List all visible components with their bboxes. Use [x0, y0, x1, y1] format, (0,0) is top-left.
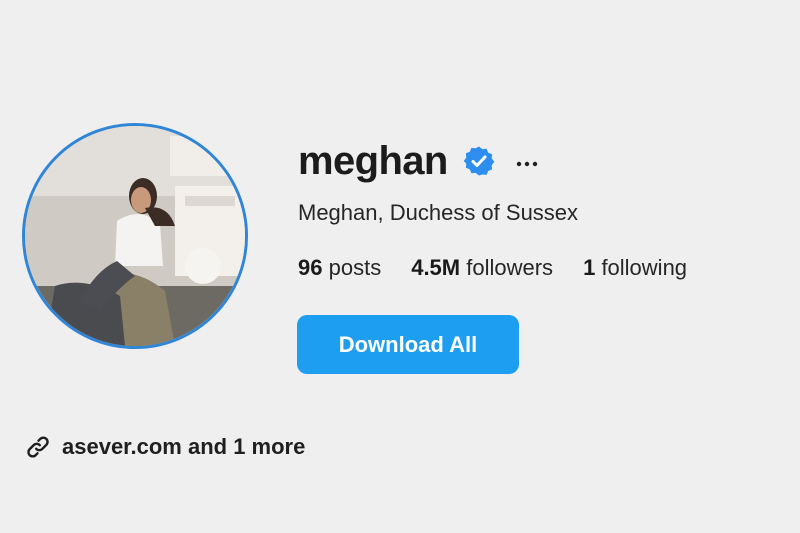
- username: meghan: [298, 139, 448, 183]
- more-options-icon[interactable]: [515, 156, 539, 167]
- links-text: asever.com and 1 more: [62, 434, 306, 459]
- followers-count: 4.5M: [411, 255, 461, 280]
- followers-label: followers: [466, 255, 554, 280]
- profile-links[interactable]: asever.com and 1 more: [24, 433, 305, 461]
- avatar-photo: [25, 126, 245, 346]
- profile-stats: 96 posts 4.5M followers 1 following: [298, 255, 687, 281]
- username-row: meghan: [298, 137, 539, 185]
- link-icon: [24, 433, 52, 461]
- profile-avatar[interactable]: [22, 123, 248, 349]
- posts-label: posts: [328, 255, 382, 280]
- posts-stat[interactable]: 96 posts: [298, 255, 381, 281]
- posts-count: 96: [298, 255, 323, 280]
- full-name: Meghan, Duchess of Sussex: [298, 200, 579, 225]
- verified-badge-icon: [463, 145, 495, 177]
- following-count: 1: [583, 255, 596, 280]
- following-stat[interactable]: 1 following: [583, 255, 687, 281]
- download-all-button[interactable]: Download All: [297, 315, 519, 374]
- followers-stat[interactable]: 4.5M followers: [411, 255, 553, 281]
- following-label: following: [601, 255, 688, 280]
